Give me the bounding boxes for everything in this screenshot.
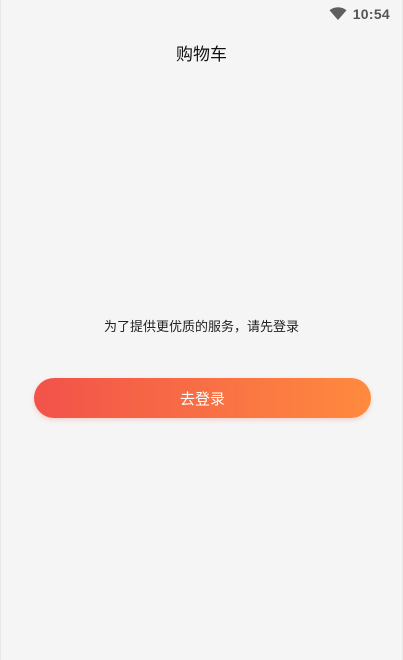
status-time: 10:54 — [352, 6, 390, 22]
page-title: 购物车 — [176, 44, 227, 65]
main-content: 为了提供更优质的服务，请先登录 去登录 — [1, 70, 402, 660]
header: 购物车 — [1, 28, 402, 70]
login-button[interactable]: 去登录 — [34, 378, 371, 418]
screen: 10:54 购物车 为了提供更优质的服务，请先登录 去登录 — [0, 0, 403, 660]
wifi-icon — [329, 7, 347, 21]
status-bar: 10:54 — [1, 0, 402, 28]
login-prompt-text: 为了提供更优质的服务，请先登录 — [103, 320, 299, 335]
